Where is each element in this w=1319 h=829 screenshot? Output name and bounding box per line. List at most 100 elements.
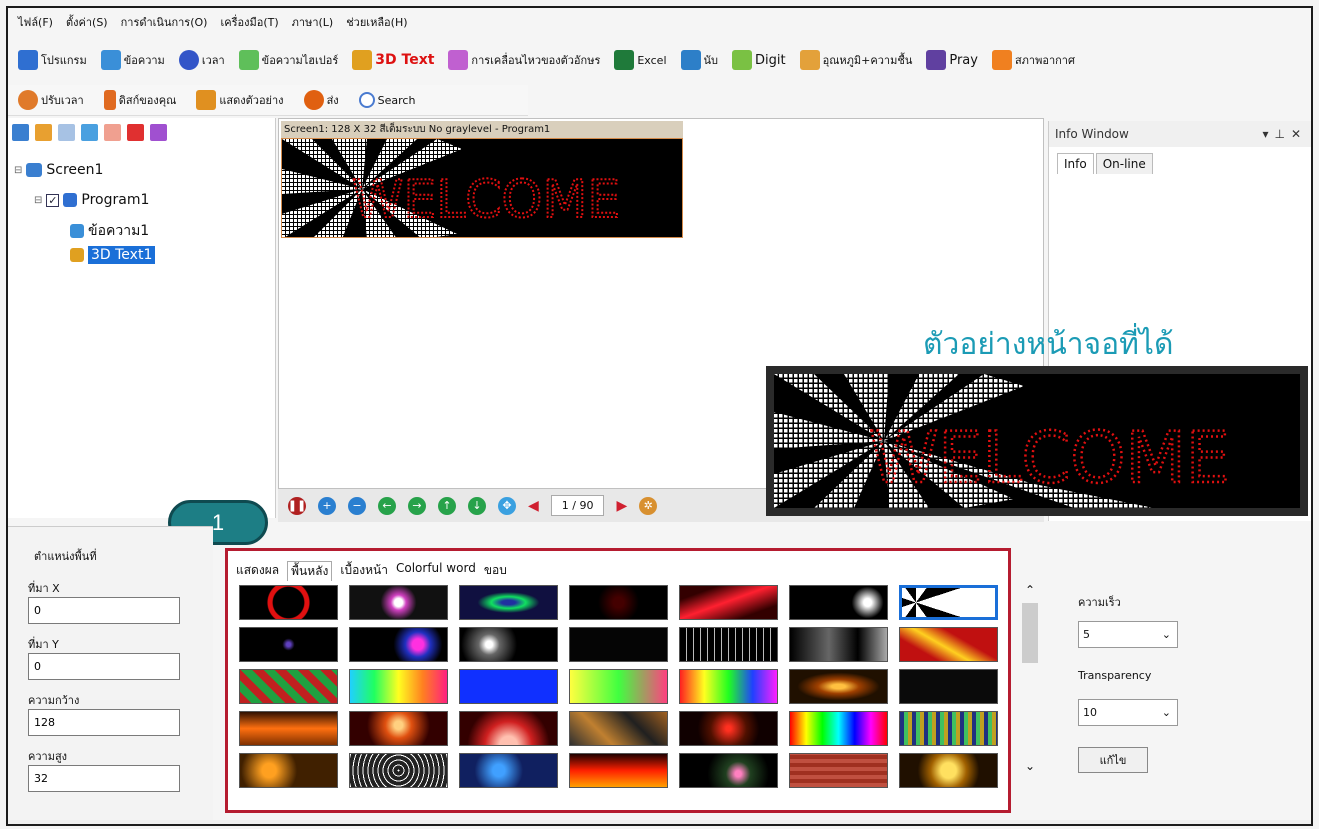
tab-colorful-word[interactable]: Colorful word — [396, 561, 476, 581]
menu-file[interactable]: ไฟล์(F) — [18, 13, 53, 31]
move-up-icon[interactable] — [81, 124, 98, 141]
scroll-up-icon[interactable]: ⌃ — [1020, 583, 1040, 597]
background-thumbnail[interactable] — [789, 753, 888, 788]
background-thumbnail[interactable] — [349, 627, 448, 662]
menu-help[interactable]: ช่วยเหลือ(H) — [346, 13, 407, 31]
tab-background[interactable]: พื้นหลัง — [287, 561, 333, 581]
zoom-in-icon[interactable]: + — [318, 496, 336, 515]
background-thumbnail[interactable] — [899, 669, 998, 704]
background-thumbnail[interactable] — [679, 711, 778, 746]
pause-icon[interactable]: ❚❚ — [288, 496, 306, 515]
toolbar-temperature-button[interactable]: อุณหภูมิ+ความชื้น — [799, 50, 912, 70]
background-thumbnail[interactable] — [679, 753, 778, 788]
background-thumbnail[interactable] — [569, 753, 668, 788]
toolbar-animation-button[interactable]: การเคลื่อนไหวของตัวอักษร — [448, 50, 600, 70]
background-thumbnail[interactable] — [679, 669, 778, 704]
toolbar-program-button[interactable]: โปรแกรม — [18, 50, 87, 70]
toolbar-pray-button[interactable]: Pray — [926, 50, 978, 70]
height-field[interactable] — [28, 765, 180, 792]
check-icon[interactable] — [150, 124, 167, 141]
background-thumbnail-selected[interactable] — [899, 585, 998, 620]
menu-operations[interactable]: การดำเนินการ(O) — [121, 13, 208, 31]
previous-page-icon[interactable]: ◀ — [528, 498, 539, 514]
transparency-select[interactable]: 10 ⌄ — [1078, 699, 1178, 726]
background-thumbnail[interactable] — [239, 711, 338, 746]
background-thumbnail[interactable] — [459, 669, 558, 704]
tab-foreground[interactable]: เบื้องหน้า — [340, 561, 388, 581]
origin-x-field[interactable] — [28, 597, 180, 624]
toolbar-text-button[interactable]: ข้อความ — [100, 50, 165, 70]
background-thumbnail[interactable] — [349, 585, 448, 620]
adjust-time-button[interactable]: ปรับเวลา — [18, 90, 84, 110]
program-checkbox[interactable]: ✓ — [46, 193, 60, 207]
toolbar-excel-button[interactable]: Excel — [614, 50, 667, 70]
toolbar-hypertext-button[interactable]: ข้อความไฮเปอร์ — [238, 50, 338, 70]
zoom-out-icon[interactable]: − — [348, 496, 366, 515]
arrow-right-icon[interactable]: → — [408, 496, 426, 515]
background-thumbnail[interactable] — [789, 711, 888, 746]
edit-button[interactable]: แก้ไข — [1078, 747, 1148, 773]
toolbar-weather-button[interactable]: สภาพอากาศ — [991, 50, 1075, 70]
paste-icon[interactable] — [58, 124, 75, 141]
settings-gear-icon[interactable]: ✲ — [639, 496, 658, 515]
background-thumbnail[interactable] — [349, 753, 448, 788]
background-thumbnail[interactable] — [679, 585, 778, 620]
toolbar-counter-button[interactable]: นับ — [680, 50, 718, 70]
menu-language[interactable]: ภาษา(L) — [292, 13, 334, 31]
thumbnail-scrollbar[interactable]: ⌃ ⌄ — [1020, 583, 1040, 783]
background-thumbnail[interactable] — [239, 627, 338, 662]
collapse-icon[interactable]: ⊟ — [14, 165, 22, 176]
origin-y-field[interactable] — [28, 653, 180, 680]
background-thumbnail[interactable] — [349, 711, 448, 746]
tab-border[interactable]: ขอบ — [484, 561, 507, 581]
preview-button[interactable]: แสดงตัวอย่าง — [196, 90, 284, 110]
background-thumbnail[interactable] — [239, 669, 338, 704]
background-thumbnail[interactable] — [239, 753, 338, 788]
background-thumbnail[interactable] — [239, 585, 338, 620]
menu-settings[interactable]: ตั้งค่า(S) — [66, 13, 108, 31]
width-field[interactable] — [28, 709, 180, 736]
led-screen-preview[interactable]: WELCOME — [281, 138, 683, 238]
your-disk-button[interactable]: ดิสก์ของคุณ — [103, 90, 176, 110]
background-thumbnail[interactable] — [569, 711, 668, 746]
arrow-down-icon[interactable]: ↓ — [468, 496, 486, 515]
background-thumbnail[interactable] — [459, 711, 558, 746]
background-thumbnail[interactable] — [899, 753, 998, 788]
background-thumbnail[interactable] — [569, 669, 668, 704]
background-thumbnail[interactable] — [899, 711, 998, 746]
next-page-icon[interactable]: ▶ — [616, 498, 627, 514]
background-thumbnail[interactable] — [459, 627, 558, 662]
tree-node-program[interactable]: ⊟ ✓ Program1 — [34, 192, 149, 208]
background-thumbnail[interactable] — [789, 669, 888, 704]
scroll-thumb[interactable] — [1022, 603, 1038, 663]
move-icon[interactable]: ✥ — [498, 496, 516, 515]
delete-icon[interactable] — [127, 124, 144, 141]
tree-node-3dtext[interactable]: 3D Text1 — [70, 246, 156, 264]
background-thumbnail[interactable] — [569, 627, 668, 662]
collapse-icon[interactable]: ⊟ — [34, 195, 42, 206]
mail-icon[interactable] — [104, 124, 121, 141]
background-thumbnail[interactable] — [459, 585, 558, 620]
background-thumbnail[interactable] — [789, 585, 888, 620]
tab-info[interactable]: Info — [1057, 153, 1094, 174]
background-thumbnail[interactable] — [569, 585, 668, 620]
search-button[interactable]: Search — [358, 92, 415, 108]
scroll-down-icon[interactable]: ⌄ — [1020, 759, 1040, 773]
tab-online[interactable]: On-line — [1095, 153, 1153, 174]
copy-icon[interactable] — [35, 124, 52, 141]
background-thumbnail[interactable] — [899, 627, 998, 662]
arrow-left-icon[interactable]: ← — [378, 496, 396, 515]
background-thumbnail[interactable] — [349, 669, 448, 704]
send-button[interactable]: ส่ง — [303, 90, 339, 110]
background-thumbnail[interactable] — [789, 627, 888, 662]
toolbar-digit-button[interactable]: Digit — [732, 50, 786, 70]
save-icon[interactable] — [12, 124, 29, 141]
background-thumbnail[interactable] — [459, 753, 558, 788]
tree-node-text[interactable]: ข้อความ1 — [70, 220, 149, 242]
arrow-up-icon[interactable]: ↑ — [438, 496, 456, 515]
background-thumbnail[interactable] — [679, 627, 778, 662]
tab-display[interactable]: แสดงผล — [236, 561, 279, 581]
menu-tools[interactable]: เครื่องมือ(T) — [220, 13, 278, 31]
toolbar-3dtext-button[interactable]: 3D Text — [352, 50, 434, 70]
toolbar-time-button[interactable]: เวลา — [178, 50, 225, 70]
